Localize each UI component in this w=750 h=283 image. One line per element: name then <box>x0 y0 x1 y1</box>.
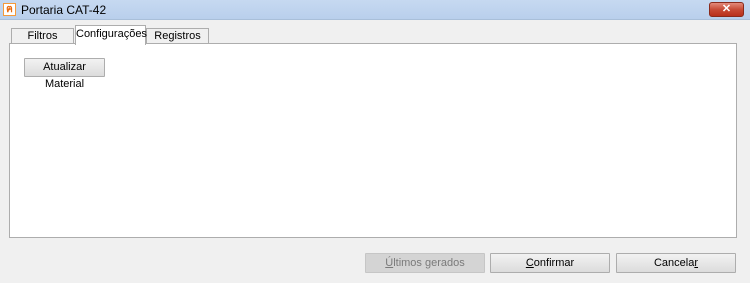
ultimos-gerados-button[interactable]: Últimos gerados <box>365 253 485 273</box>
cancelar-label-start: Cancela <box>653 257 695 269</box>
tab-label: Registros <box>154 30 201 42</box>
confirmar-label-rest: onfirmar <box>533 257 575 269</box>
tab-configuracoes[interactable]: Configurações <box>75 25 147 45</box>
tab-label: Filtros <box>27 30 58 42</box>
ultimos-label-rest: ltimos gerados <box>393 257 465 269</box>
confirmar-button[interactable]: Confirmar <box>490 253 610 273</box>
tab-filtros[interactable]: Filtros <box>11 28 74 44</box>
app-icon: ฅ <box>3 3 16 16</box>
dialog-window: ฅ Portaria CAT-42 ✕ Filtros Configuraçõe… <box>0 0 750 283</box>
confirmar-mnemonic: C <box>525 257 534 269</box>
tab-panel-configuracoes: Atualizar Material <box>9 43 737 238</box>
title-bar[interactable]: ฅ Portaria CAT-42 ✕ <box>0 0 750 20</box>
cancelar-button[interactable]: Cancelar <box>616 253 736 273</box>
ultimos-mnemonic: Ú <box>385 257 394 269</box>
tab-registros[interactable]: Registros <box>146 28 209 44</box>
atualizar-material-button[interactable]: Atualizar Material <box>24 58 105 90</box>
tab-label: Configurações <box>76 28 147 40</box>
window-title: Portaria CAT-42 <box>21 3 107 17</box>
cancelar-mnemonic: r <box>694 257 699 269</box>
close-button[interactable]: ✕ <box>709 2 744 17</box>
